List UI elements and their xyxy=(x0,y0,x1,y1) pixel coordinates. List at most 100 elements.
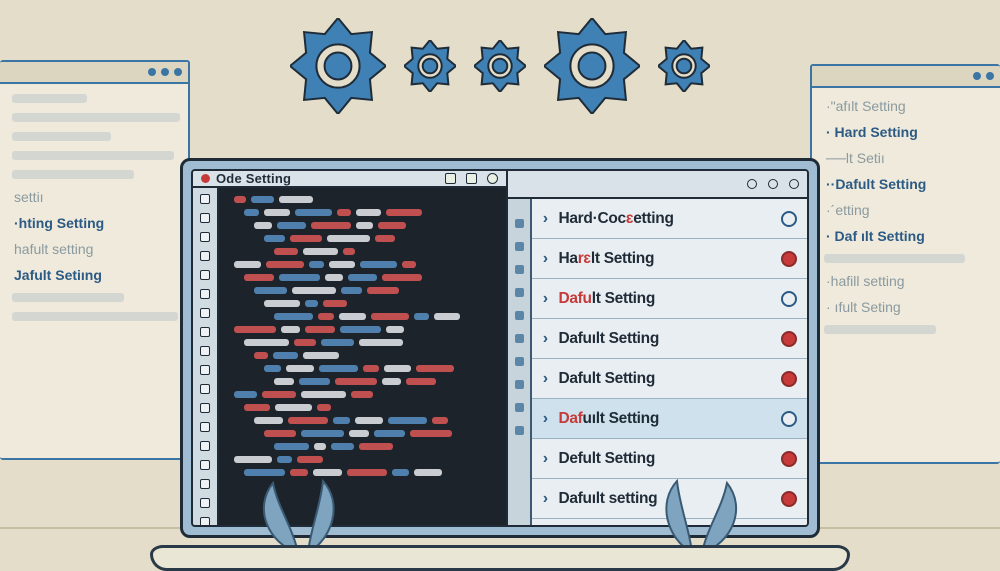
gutter-marker-icon xyxy=(200,289,210,299)
chevron-right-icon: › xyxy=(538,250,552,268)
setting-label: Harɛlt Setting xyxy=(558,250,775,268)
gutter-marker-icon xyxy=(200,384,210,394)
code-line xyxy=(229,222,496,229)
status-radio[interactable] xyxy=(781,291,797,307)
setting-row[interactable]: › Hard·Cocɛetting xyxy=(532,199,807,239)
setting-row[interactable]: › Dafult Setting xyxy=(532,359,807,399)
gutter-marker-icon xyxy=(200,422,210,432)
scribble-line xyxy=(12,94,87,103)
window-close-icon[interactable] xyxy=(487,173,498,184)
laptop-base xyxy=(120,531,880,571)
laptop-tray xyxy=(150,545,850,571)
gutter-marker-icon xyxy=(200,270,210,280)
chevron-right-icon: › xyxy=(538,370,552,388)
gutter-marker-icon xyxy=(200,194,210,204)
gutter-marker-icon xyxy=(200,327,210,337)
window-dot-icon xyxy=(148,68,156,76)
bg-panel-right: ·"afılt Setting· Hard Setting──lt Setiı·… xyxy=(810,64,1000,464)
setting-row[interactable]: › Dafuılt Setting xyxy=(532,319,807,359)
status-radio[interactable] xyxy=(781,211,797,227)
gutter-marker-icon xyxy=(200,365,210,375)
setting-label: Dafult Setting xyxy=(558,370,775,388)
code-line xyxy=(229,378,496,385)
gutter-marker-icon xyxy=(515,403,524,412)
bg-label: · Hard Setting xyxy=(826,124,992,140)
bg-label: · Daf ılt Setting xyxy=(826,228,992,244)
bg-panel-right-header xyxy=(812,66,1000,88)
code-line xyxy=(229,274,496,281)
status-radio[interactable] xyxy=(781,491,797,507)
setting-label: Hard·Cocɛetting xyxy=(558,210,775,228)
code-line xyxy=(229,196,496,203)
setting-label: Dafult Setting xyxy=(558,290,775,308)
code-line xyxy=(229,352,496,359)
scribble-line xyxy=(12,113,180,122)
gutter-marker-icon xyxy=(200,308,210,318)
code-line xyxy=(229,404,496,411)
code-line xyxy=(229,261,496,268)
setting-label: Dafuılt Setting xyxy=(558,410,775,428)
code-line xyxy=(229,248,496,255)
code-line xyxy=(229,287,496,294)
setting-row[interactable]: › Harɛlt Setting xyxy=(532,239,807,279)
gutter-marker-icon xyxy=(200,479,210,489)
window-dot-icon xyxy=(174,68,182,76)
bg-label: ──lt Setiı xyxy=(826,150,992,166)
bg-label: Jafult Setiıng xyxy=(14,267,180,283)
chevron-right-icon: › xyxy=(538,490,552,508)
gear-icon xyxy=(474,40,526,92)
gear-icon xyxy=(290,18,386,114)
chevron-right-icon: › xyxy=(538,410,552,428)
setting-row[interactable]: › Dafuılt Setting xyxy=(532,399,807,439)
bg-label: hafult setting xyxy=(14,241,180,257)
chevron-right-icon: › xyxy=(538,210,552,228)
window-dot-icon xyxy=(986,72,994,80)
window-max-icon[interactable] xyxy=(466,173,477,184)
window-control-icon[interactable] xyxy=(747,179,757,189)
status-radio[interactable] xyxy=(781,411,797,427)
gear-icon xyxy=(404,40,456,92)
code-line xyxy=(229,443,496,450)
gear-icon xyxy=(544,18,640,114)
gutter-marker-icon xyxy=(200,441,210,451)
gutter-marker-icon xyxy=(515,426,524,435)
window-min-icon[interactable] xyxy=(445,173,456,184)
settings-gutter xyxy=(508,199,532,525)
chevron-right-icon: › xyxy=(538,290,552,308)
code-line xyxy=(229,365,496,372)
scribble-line xyxy=(12,132,111,141)
code-line xyxy=(229,235,496,242)
status-radio[interactable] xyxy=(781,331,797,347)
bg-label: · ıfult Seting xyxy=(826,299,992,315)
setting-row[interactable]: › Dafult Setting xyxy=(532,279,807,319)
window-control-icon[interactable] xyxy=(768,179,778,189)
code-line xyxy=(229,430,496,437)
status-radio[interactable] xyxy=(781,251,797,267)
code-line xyxy=(229,391,496,398)
code-line xyxy=(229,326,496,333)
gutter-marker-icon xyxy=(515,357,524,366)
scribble-line xyxy=(824,254,965,263)
bg-panel-left-header xyxy=(0,62,188,84)
setting-label: Dafuılt Setting xyxy=(558,330,775,348)
code-gutter xyxy=(193,188,219,527)
code-line xyxy=(229,300,496,307)
chevron-right-icon: › xyxy=(538,330,552,348)
gutter-marker-icon xyxy=(515,265,524,274)
scribble-line xyxy=(824,325,936,334)
code-pane-titlebar: Ode Setting xyxy=(193,171,506,188)
scribble-line xyxy=(12,151,174,160)
bg-label: ·´etting xyxy=(826,202,992,218)
bg-label: ·hafill setting xyxy=(826,273,992,289)
window-control-icon[interactable] xyxy=(789,179,799,189)
gutter-marker-icon xyxy=(515,380,524,389)
status-radio[interactable] xyxy=(781,371,797,387)
status-radio[interactable] xyxy=(781,451,797,467)
gutter-marker-icon xyxy=(515,219,524,228)
gutter-marker-icon xyxy=(200,251,210,261)
gutter-marker-icon xyxy=(515,288,524,297)
gutter-marker-icon xyxy=(200,498,210,508)
gutter-marker-icon xyxy=(200,346,210,356)
chevron-right-icon: › xyxy=(538,450,552,468)
code-line xyxy=(229,313,496,320)
